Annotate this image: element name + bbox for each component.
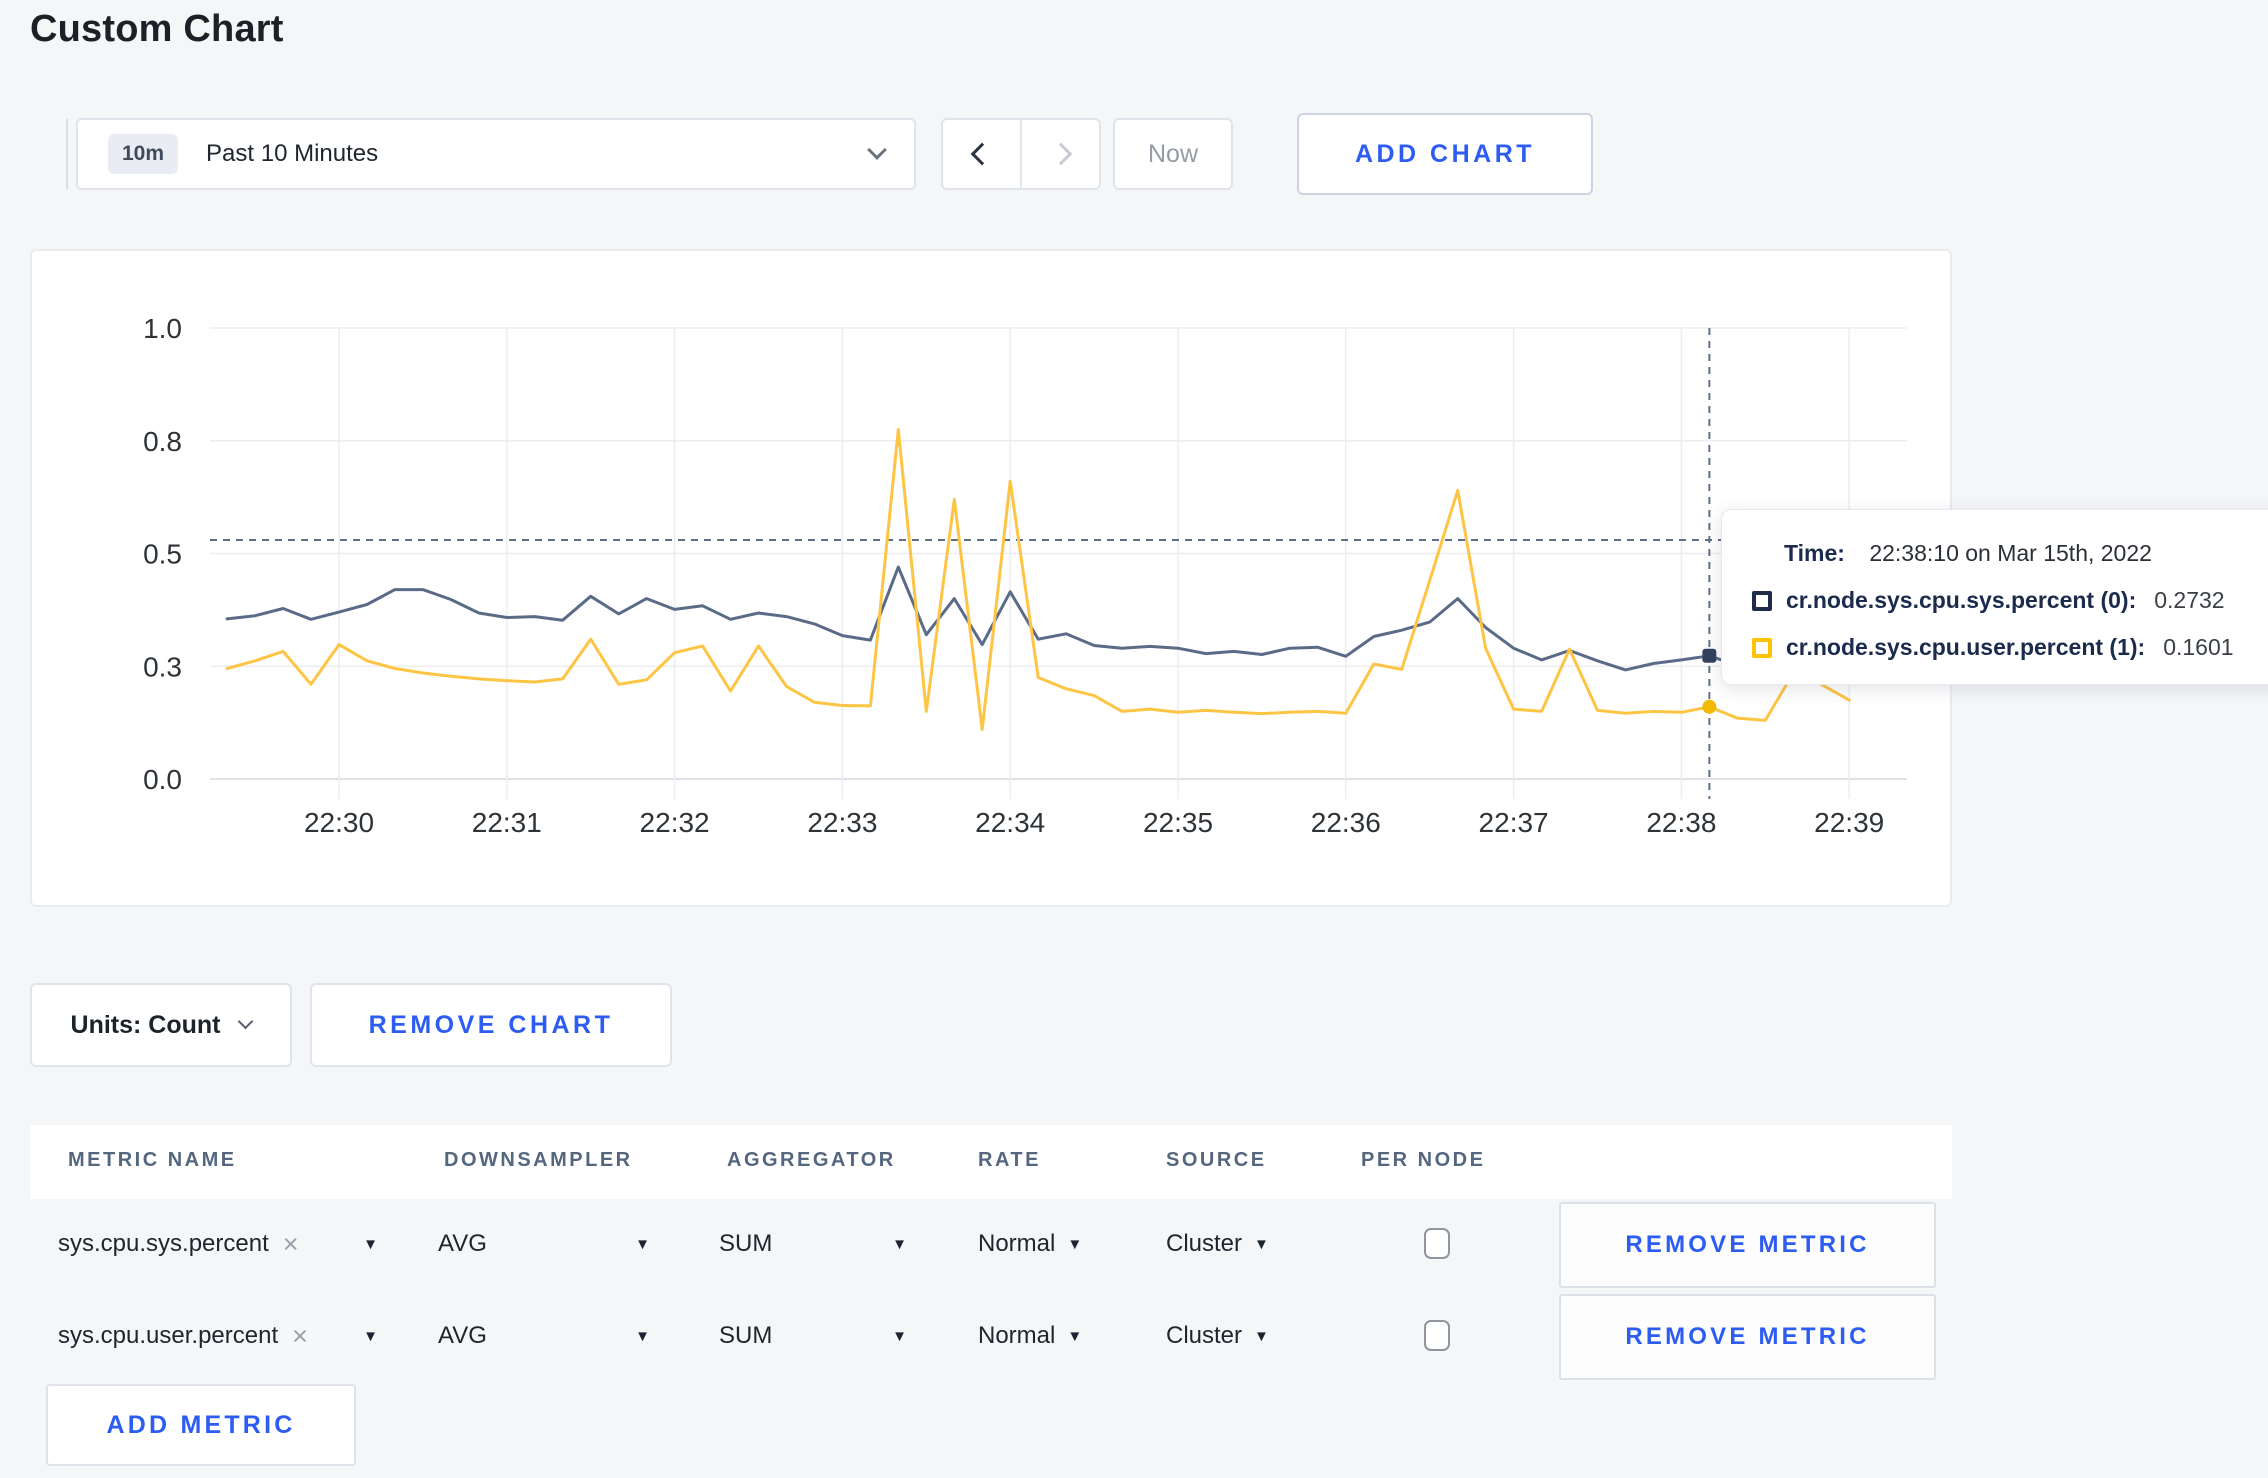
svg-text:0.0: 0.0 bbox=[143, 764, 182, 795]
tooltip-series-value: 0.2732 bbox=[2154, 587, 2225, 613]
caret-down-icon: ▼ bbox=[1254, 1327, 1269, 1345]
aggregator-value: SUM bbox=[719, 1230, 773, 1257]
next-range-button[interactable] bbox=[1020, 120, 1099, 188]
svg-text:22:35: 22:35 bbox=[1143, 807, 1213, 838]
remove-metric-button[interactable]: REMOVE METRIC bbox=[1559, 1202, 1936, 1288]
svg-text:22:34: 22:34 bbox=[975, 807, 1045, 838]
svg-text:22:39: 22:39 bbox=[1814, 807, 1884, 838]
caret-down-icon: ▼ bbox=[635, 1235, 650, 1253]
caret-down-icon: ▼ bbox=[635, 1327, 650, 1345]
custom-chart-page: Custom Chart 10m Past 10 Minutes Now ADD… bbox=[0, 0, 2268, 1478]
svg-text:1.0: 1.0 bbox=[143, 313, 182, 344]
aggregator-select[interactable]: SUM ▼ bbox=[719, 1290, 907, 1382]
rate-select[interactable]: Normal ▼ bbox=[978, 1290, 1082, 1382]
caret-down-icon: ▼ bbox=[1067, 1327, 1083, 1345]
metric-name: sys.cpu.user.percent bbox=[58, 1322, 279, 1349]
timeseries-chart[interactable]: 0.0 0.3 0.5 0.8 1.0 22:30 22:31 22:32 22:33 22:34… bbox=[32, 251, 1954, 909]
metric-name-dropdown[interactable]: sys.cpu.sys.percent × ▼ bbox=[58, 1198, 378, 1290]
svg-text:0.5: 0.5 bbox=[143, 539, 182, 570]
tooltip-series-value: 0.1601 bbox=[2163, 634, 2234, 660]
tooltip-series-label: cr.node.sys.cpu.user.percent (1): bbox=[1786, 634, 2146, 660]
clear-metric-icon[interactable]: × bbox=[283, 1229, 299, 1260]
svg-text:22:38: 22:38 bbox=[1646, 807, 1716, 838]
prev-range-button[interactable] bbox=[943, 120, 1020, 188]
downsampler-value: AVG bbox=[438, 1322, 487, 1349]
tooltip-time-label: Time: bbox=[1784, 540, 1845, 566]
chevron-left-icon bbox=[970, 142, 993, 166]
header-source: SOURCE bbox=[1166, 1149, 1267, 1171]
header-downsampler: DOWNSAMPLER bbox=[444, 1149, 633, 1171]
metric-name-dropdown[interactable]: sys.cpu.user.percent × ▼ bbox=[58, 1290, 378, 1382]
svg-text:22:37: 22:37 bbox=[1479, 807, 1549, 838]
tooltip-series-label: cr.node.sys.cpu.sys.percent (0): bbox=[1786, 587, 2137, 613]
caret-down-icon: ▼ bbox=[1067, 1235, 1083, 1253]
source-select[interactable]: Cluster ▼ bbox=[1166, 1290, 1269, 1382]
now-button[interactable]: Now bbox=[1113, 118, 1233, 190]
rate-value: Normal bbox=[978, 1322, 1056, 1349]
add-metric-button[interactable]: ADD METRIC bbox=[46, 1384, 356, 1466]
tooltip-time-row: Time: 22:38:10 on Mar 15th, 2022 bbox=[1784, 540, 2268, 567]
per-node-checkbox[interactable] bbox=[1424, 1320, 1450, 1351]
clear-metric-icon[interactable]: × bbox=[292, 1321, 308, 1352]
sys-series-swatch-icon bbox=[1752, 590, 1772, 611]
time-nav-group bbox=[941, 118, 1101, 190]
chevron-down-icon bbox=[867, 140, 887, 160]
chart-card: 0.0 0.3 0.5 0.8 1.0 22:30 22:31 22:32 22:33 22:34… bbox=[30, 249, 1952, 907]
svg-text:22:32: 22:32 bbox=[640, 807, 710, 838]
toolbar-divider bbox=[66, 119, 68, 189]
units-dropdown[interactable]: Units: Count bbox=[30, 983, 292, 1067]
source-value: Cluster bbox=[1166, 1230, 1243, 1257]
remove-metric-button[interactable]: REMOVE METRIC bbox=[1559, 1294, 1936, 1380]
add-chart-button[interactable]: ADD CHART bbox=[1297, 113, 1593, 195]
caret-down-icon: ▼ bbox=[1254, 1235, 1269, 1253]
tooltip-series-row: cr.node.sys.cpu.sys.percent (0): 0.2732 bbox=[1752, 587, 2268, 614]
downsampler-value: AVG bbox=[438, 1230, 487, 1257]
rate-select[interactable]: Normal ▼ bbox=[978, 1198, 1082, 1290]
svg-text:0.3: 0.3 bbox=[143, 651, 182, 682]
header-aggregator: AGGREGATOR bbox=[727, 1149, 896, 1171]
metric-name: sys.cpu.sys.percent bbox=[58, 1230, 269, 1257]
time-range-badge: 10m bbox=[108, 134, 179, 174]
caret-down-icon: ▼ bbox=[892, 1235, 907, 1253]
chevron-down-icon bbox=[238, 1013, 254, 1029]
aggregator-value: SUM bbox=[719, 1322, 773, 1349]
caret-down-icon: ▼ bbox=[363, 1327, 378, 1345]
header-rate: RATE bbox=[978, 1149, 1041, 1171]
units-label: Units: Count bbox=[70, 1010, 221, 1039]
remove-chart-button[interactable]: REMOVE CHART bbox=[310, 983, 672, 1067]
source-value: Cluster bbox=[1166, 1322, 1243, 1349]
page-title: Custom Chart bbox=[30, 8, 284, 50]
svg-text:22:36: 22:36 bbox=[1311, 807, 1381, 838]
metrics-table-header: METRIC NAME DOWNSAMPLER AGGREGATOR RATE … bbox=[30, 1125, 1952, 1199]
chevron-right-icon bbox=[1049, 142, 1072, 166]
source-select[interactable]: Cluster ▼ bbox=[1166, 1198, 1269, 1290]
caret-down-icon: ▼ bbox=[892, 1327, 907, 1345]
svg-text:0.8: 0.8 bbox=[143, 426, 182, 457]
rate-value: Normal bbox=[978, 1230, 1056, 1257]
time-range-label: Past 10 Minutes bbox=[206, 140, 379, 167]
table-row: sys.cpu.user.percent × ▼ AVG ▼ SUM ▼ Nor… bbox=[0, 1290, 2268, 1382]
caret-down-icon: ▼ bbox=[363, 1235, 378, 1253]
svg-text:22:30: 22:30 bbox=[304, 807, 374, 838]
header-metric-name: METRIC NAME bbox=[68, 1149, 237, 1171]
svg-text:22:33: 22:33 bbox=[807, 807, 877, 838]
time-range-dropdown[interactable]: 10m Past 10 Minutes bbox=[76, 118, 916, 190]
tooltip-time-value: 22:38:10 on Mar 15th, 2022 bbox=[1869, 540, 2152, 566]
svg-text:22:31: 22:31 bbox=[472, 807, 542, 838]
chart-tooltip: Time: 22:38:10 on Mar 15th, 2022 cr.node… bbox=[1721, 509, 2268, 685]
downsampler-select[interactable]: AVG ▼ bbox=[438, 1198, 650, 1290]
aggregator-select[interactable]: SUM ▼ bbox=[719, 1198, 907, 1290]
user-series-swatch-icon bbox=[1752, 637, 1772, 658]
downsampler-select[interactable]: AVG ▼ bbox=[438, 1290, 650, 1382]
per-node-checkbox[interactable] bbox=[1424, 1228, 1450, 1259]
table-row: sys.cpu.sys.percent × ▼ AVG ▼ SUM ▼ Norm… bbox=[0, 1198, 2268, 1290]
tooltip-series-row: cr.node.sys.cpu.user.percent (1): 0.1601 bbox=[1752, 634, 2268, 661]
header-per-node: PER NODE bbox=[1361, 1149, 1486, 1171]
